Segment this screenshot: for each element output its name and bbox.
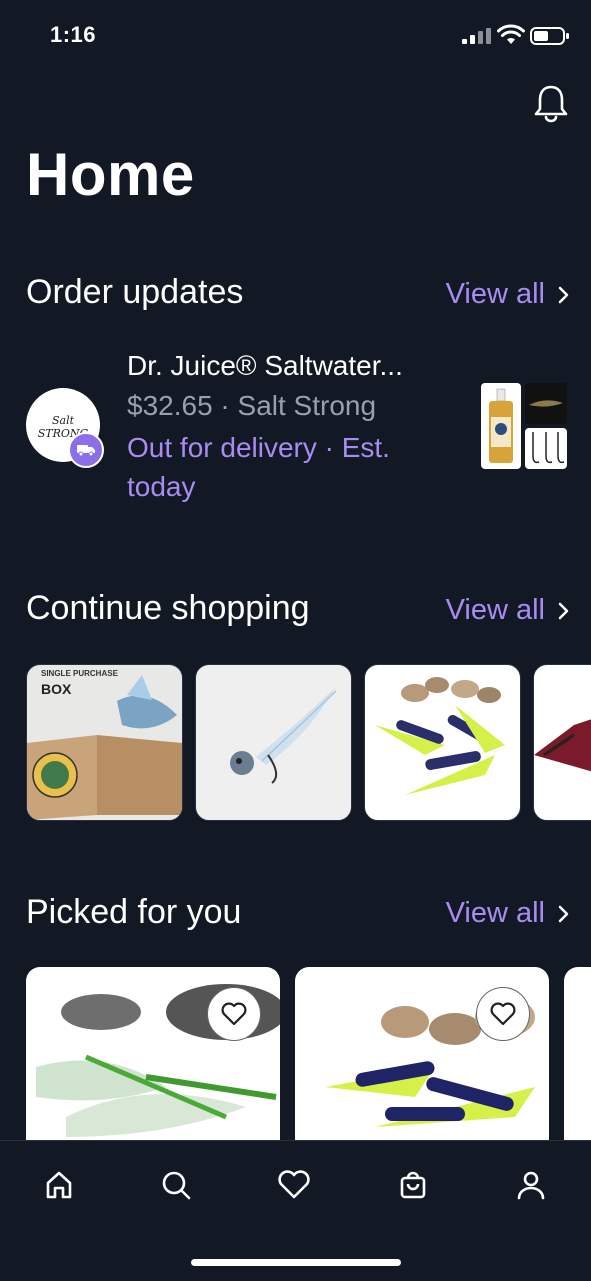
search-icon bbox=[162, 1171, 191, 1200]
tab-search[interactable] bbox=[154, 1163, 198, 1207]
order-updates-title: Order updates bbox=[26, 273, 244, 311]
order-product-name: Dr. Juice® Saltwater... bbox=[127, 350, 403, 381]
wifi-icon bbox=[497, 24, 525, 44]
delivery-truck-icon bbox=[68, 432, 104, 468]
view-all-label: View all bbox=[445, 897, 545, 929]
picked-product-card-2[interactable] bbox=[295, 967, 549, 1147]
order-price-store: $32.65 · Salt Strong bbox=[127, 390, 377, 421]
picked-for-you-view-all-link[interactable]: View all bbox=[446, 897, 571, 930]
grub-lures-image bbox=[375, 677, 505, 795]
continue-shopping-title: Continue shopping bbox=[26, 589, 310, 627]
product-card-partial[interactable] bbox=[533, 664, 591, 821]
cellular-signal-icon bbox=[462, 28, 491, 44]
home-indicator[interactable] bbox=[191, 1259, 401, 1266]
favorite-button[interactable] bbox=[207, 987, 261, 1041]
chevron-right-icon bbox=[558, 286, 569, 303]
profile-icon bbox=[517, 1171, 545, 1200]
jig-lure-image bbox=[230, 687, 337, 784]
status-bar: 1:16 bbox=[0, 0, 591, 72]
picked-for-you-title: Picked for you bbox=[26, 893, 242, 931]
heart-icon bbox=[278, 1170, 310, 1199]
lure-partial-image bbox=[534, 719, 591, 772]
tab-home[interactable] bbox=[37, 1163, 81, 1207]
heart-icon bbox=[490, 1002, 516, 1026]
mystery-box-image bbox=[27, 675, 182, 820]
order-item-thumbnails bbox=[481, 383, 567, 469]
heart-icon bbox=[221, 1002, 247, 1026]
favorite-button[interactable] bbox=[476, 987, 530, 1041]
page-title: Home bbox=[26, 141, 195, 208]
status-time: 1:16 bbox=[50, 22, 97, 47]
tab-favorites[interactable] bbox=[272, 1163, 316, 1207]
notifications-bell-icon[interactable] bbox=[530, 82, 572, 124]
product-card-jig[interactable] bbox=[195, 664, 352, 821]
tab-cart[interactable] bbox=[391, 1163, 435, 1207]
order-delivery-status: Out for delivery · Est. today bbox=[127, 432, 390, 502]
order-thumbnail-lure bbox=[525, 383, 567, 424]
order-updates-view-all-link[interactable]: View all bbox=[446, 278, 571, 311]
view-all-label: View all bbox=[445, 278, 545, 310]
order-thumbnail-hooks bbox=[525, 428, 567, 469]
chevron-right-icon bbox=[558, 602, 569, 619]
picked-product-card-1[interactable] bbox=[26, 967, 280, 1147]
bag-icon bbox=[400, 1171, 426, 1199]
battery-icon bbox=[530, 27, 569, 45]
chevron-right-icon bbox=[558, 905, 569, 922]
order-thumbnail-bottle bbox=[481, 383, 521, 469]
view-all-label: View all bbox=[445, 594, 545, 626]
product-card-mystery-box[interactable]: SINGLE PURCHASE BOX bbox=[26, 664, 183, 821]
product-card-grubs[interactable] bbox=[364, 664, 521, 821]
picked-product-card-3[interactable] bbox=[564, 967, 591, 1147]
home-icon bbox=[46, 1171, 72, 1199]
continue-shopping-view-all-link[interactable]: View all bbox=[446, 594, 571, 627]
tab-profile[interactable] bbox=[509, 1163, 553, 1207]
